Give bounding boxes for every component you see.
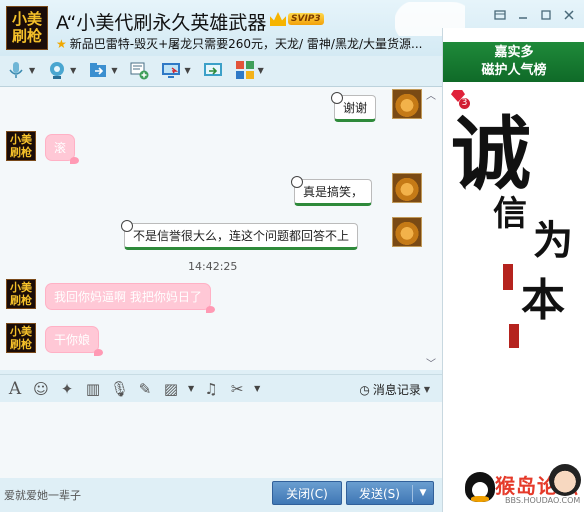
maximize-icon[interactable]: [534, 6, 557, 24]
crown-icon: [270, 12, 286, 26]
history-label: 消息记录: [372, 383, 421, 397]
message-input[interactable]: [0, 402, 442, 478]
calligraphy-char: 信: [493, 194, 527, 234]
logo-url: BBS.HOUDAO.COM: [505, 496, 581, 505]
message-text: 我回你妈逼啊 我把你妈日了: [54, 290, 202, 304]
contact-avatar-small[interactable]: 小美 刷枪: [6, 279, 36, 309]
ad-header-line1: 嘉实多: [494, 45, 534, 60]
contact-name: A“小美代刷永久英雄武器: [56, 12, 267, 34]
emoji-icon[interactable]: ☺: [32, 380, 50, 398]
window-controls: [488, 6, 580, 24]
message-bubble-sent[interactable]: 谢谢: [330, 92, 377, 122]
houdao-logo[interactable]: 猴岛论坛 BBS.HOUDAO.COM: [463, 464, 584, 508]
voice-message-icon[interactable]: 🎙: [110, 380, 129, 398]
avatar-text-line1: 小美: [10, 281, 32, 294]
video-call-button[interactable]: ▼: [47, 58, 76, 82]
minimize-icon[interactable]: [511, 6, 534, 24]
edit-icon[interactable]: ✎: [136, 380, 154, 398]
contact-avatar-small[interactable]: 小美 刷枪: [6, 323, 36, 353]
message-bubble-received[interactable]: 我回你妈逼啊 我把你妈日了: [46, 284, 215, 313]
create-group-button[interactable]: [129, 58, 149, 82]
skin-icon[interactable]: [488, 6, 511, 24]
calligraphy-char: 为: [533, 217, 573, 264]
remote-desktop-icon: [162, 63, 181, 78]
ad-panel[interactable]: 嘉实多 磁护人气榜 3 诚 信 为 本 猴岛论坛 BBS.HOUDAO.COM: [442, 28, 584, 512]
magic-icon[interactable]: ✦: [58, 380, 76, 398]
share-screen-icon: [203, 63, 222, 76]
avatar-text-line2: 刷枪: [10, 294, 32, 307]
close-button[interactable]: 关闭(C): [272, 481, 342, 505]
avatar-text-line1: 小美: [10, 325, 32, 338]
chevron-down-icon[interactable]: ▼: [258, 66, 264, 75]
send-label: 发送(S): [347, 484, 413, 502]
chevron-down-icon[interactable]: ▼: [29, 66, 35, 75]
bottom-bar: 爱就爱她一辈子 关闭(C) 发送(S) ▼: [0, 478, 442, 512]
apps-button[interactable]: ▼: [235, 58, 264, 82]
send-button[interactable]: 发送(S) ▼: [346, 481, 434, 505]
scroll-up-icon[interactable]: ︿: [426, 87, 436, 102]
message-timestamp: 14:42:25: [188, 260, 238, 273]
avatar-text-line2: 刷枪: [11, 27, 42, 45]
message-area[interactable]: ︿ 谢谢 小美 刷枪 滚 真是搞笑， 不是信誉很大么，连这个问题都回答不上 14…: [0, 86, 442, 370]
avatar-text-line2: 刷枪: [10, 146, 32, 159]
message-bubble-received[interactable]: 滚: [46, 135, 80, 164]
my-avatar[interactable]: [392, 173, 422, 203]
chevron-down-icon[interactable]: ▼: [111, 66, 117, 75]
message-bubble-received[interactable]: 干你娘: [46, 327, 104, 356]
message-text: 不是信誉很大么，连这个问题都回答不上: [133, 229, 350, 243]
screenshot-icon[interactable]: ✂: [228, 380, 246, 398]
signature-text: 新品巴雷特-毁灭+屠龙只需要260元，天龙/ 雷神/黑龙/大量货源...: [69, 37, 423, 51]
ad-header: 嘉实多 磁护人气榜: [443, 42, 584, 82]
history-clock-icon: ◷: [359, 382, 370, 397]
svip-badge[interactable]: SVIP3: [270, 10, 324, 28]
scroll-down-icon[interactable]: ﹀: [426, 355, 436, 370]
contact-avatar[interactable]: 小美 刷枪: [6, 6, 48, 50]
send-file-button[interactable]: ▼: [88, 58, 117, 82]
red-seal: [509, 324, 519, 348]
cartoon-face-icon: [549, 464, 581, 496]
message-bubble-sent[interactable]: 不是信誉很大么，连这个问题都回答不上: [120, 220, 359, 250]
microphone-icon: [9, 62, 23, 78]
chevron-down-icon: ▼: [423, 385, 430, 394]
close-icon[interactable]: [557, 6, 580, 24]
my-avatar[interactable]: [392, 217, 422, 247]
message-history-button[interactable]: ◷ 消息记录 ▼: [359, 381, 430, 398]
share-screen-button[interactable]: [203, 58, 223, 82]
add-group-icon: [130, 62, 149, 80]
avatar-text-line2: 刷枪: [10, 338, 32, 351]
red-seal: [503, 264, 513, 290]
svip-level: SVIP3: [288, 13, 324, 25]
star-icon: ★: [56, 37, 67, 51]
message-text: 真是搞笑，: [303, 185, 364, 199]
ad-text-link[interactable]: 爱就爱她一辈子: [4, 487, 81, 503]
chat-toolbar: ▼ ▼ ▼ ▼ ▼: [0, 56, 442, 84]
chevron-down-icon[interactable]: ▼: [254, 384, 260, 393]
webcam-icon: [50, 62, 65, 79]
calligraphy-char: 本: [521, 275, 565, 326]
image-icon[interactable]: ▨: [162, 380, 180, 398]
chevron-down-icon[interactable]: ▼: [188, 384, 194, 393]
message-bubble-sent[interactable]: 真是搞笑，: [290, 176, 373, 206]
contact-signature: ★ 新品巴雷特-毁灭+屠龙只需要260元，天龙/ 雷神/黑龙/大量货源...: [56, 35, 434, 52]
chevron-down-icon[interactable]: ▼: [70, 66, 76, 75]
apps-grid-icon: [235, 61, 254, 79]
chevron-down-icon[interactable]: ▼: [184, 66, 190, 75]
avatar-text-line1: 小美: [11, 10, 42, 28]
message-text: 干你娘: [54, 333, 91, 347]
contact-avatar-small[interactable]: 小美 刷枪: [6, 131, 36, 161]
chevron-down-icon[interactable]: ▼: [413, 488, 433, 498]
voice-call-button[interactable]: ▼: [6, 58, 35, 82]
font-icon[interactable]: A: [6, 379, 24, 399]
message-text: 谢谢: [343, 101, 368, 115]
input-toolbar: A ☺ ✦ ▥ 🎙 ✎ ▨ ▼ ♫ ✂ ▼ ◷ 消息记录 ▼: [0, 374, 442, 402]
penguin-icon: [465, 472, 495, 502]
folder-arrow-icon: [90, 63, 107, 77]
music-icon[interactable]: ♫: [202, 380, 220, 398]
gif-icon[interactable]: ▥: [84, 380, 102, 398]
ad-header-line2: 磁护人气榜: [481, 63, 547, 78]
my-avatar[interactable]: [392, 89, 422, 119]
remote-desktop-button[interactable]: ▼: [161, 58, 191, 82]
message-text: 滚: [54, 141, 67, 155]
avatar-text-line1: 小美: [10, 133, 32, 146]
